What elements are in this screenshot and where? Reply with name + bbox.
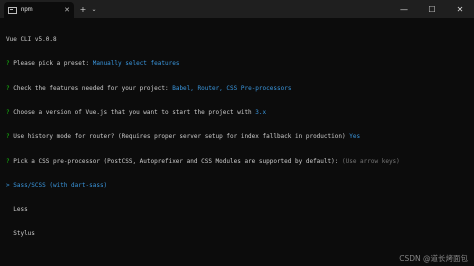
question-mark: ?: [6, 60, 10, 68]
option-sass[interactable]: > Sass/SCSS (with dart-sass): [6, 182, 468, 190]
preset-answer: Manually select features: [92, 60, 180, 68]
css-line: ? Pick a CSS pre-processor (PostCSS, Aut…: [6, 158, 468, 166]
vue-version-line: ? Choose a version of Vue.js that you wa…: [6, 109, 468, 117]
history-question: Use history mode for router? (Requires p…: [13, 133, 346, 141]
option-stylus[interactable]: Stylus: [6, 230, 468, 238]
tab-npm[interactable]: npm ✕: [4, 2, 74, 18]
tab-title: npm: [21, 7, 33, 13]
close-button[interactable]: ✕: [446, 0, 474, 18]
vue-version-answer: 3.x: [255, 109, 267, 117]
terminal-window: npm ✕ + ⌄ — ☐ ✕ Vue CLI v5.0.8 ? Please …: [0, 0, 474, 266]
title-bar-drag-area[interactable]: [99, 0, 390, 18]
option-label: Sass/SCSS (with dart-sass): [13, 181, 108, 189]
selection-pointer: >: [6, 181, 10, 189]
tab-close-icon[interactable]: ✕: [64, 6, 70, 14]
option-label: Stylus: [13, 230, 35, 238]
terminal-icon: [8, 6, 17, 14]
terminal-output[interactable]: Vue CLI v5.0.8 ? Please pick a preset: M…: [6, 20, 468, 255]
new-tab-button[interactable]: +: [77, 0, 89, 18]
preset-line: ? Please pick a preset: Manually select …: [6, 60, 468, 68]
option-less[interactable]: Less: [6, 206, 468, 214]
title-bar: npm ✕ + ⌄ — ☐ ✕: [0, 0, 474, 18]
history-line: ? Use history mode for router? (Requires…: [6, 133, 468, 141]
features-line: ? Check the features needed for your pro…: [6, 85, 468, 93]
history-answer: Yes: [349, 133, 361, 141]
cli-version: Vue CLI v5.0.8: [6, 36, 57, 44]
preset-question: Please pick a preset:: [13, 60, 90, 68]
css-hint: (Use arrow keys): [341, 157, 400, 165]
question-mark: ?: [6, 157, 10, 165]
watermark: CSDN @道长烤面包: [399, 254, 468, 263]
question-mark: ?: [6, 84, 10, 92]
vue-version-question: Choose a version of Vue.js that you want…: [13, 109, 252, 117]
features-answer: Babel, Router, CSS Pre-processors: [172, 84, 292, 92]
features-question: Check the features needed for your proje…: [13, 84, 169, 92]
minimize-button[interactable]: —: [390, 0, 418, 18]
version-line: Vue CLI v5.0.8: [6, 36, 468, 44]
option-label: Less: [13, 206, 28, 214]
question-mark: ?: [6, 109, 10, 117]
css-question: Pick a CSS pre-processor (PostCSS, Autop…: [13, 157, 339, 165]
chevron-down-icon[interactable]: ⌄: [89, 0, 99, 18]
maximize-button[interactable]: ☐: [418, 0, 446, 18]
question-mark: ?: [6, 133, 10, 141]
